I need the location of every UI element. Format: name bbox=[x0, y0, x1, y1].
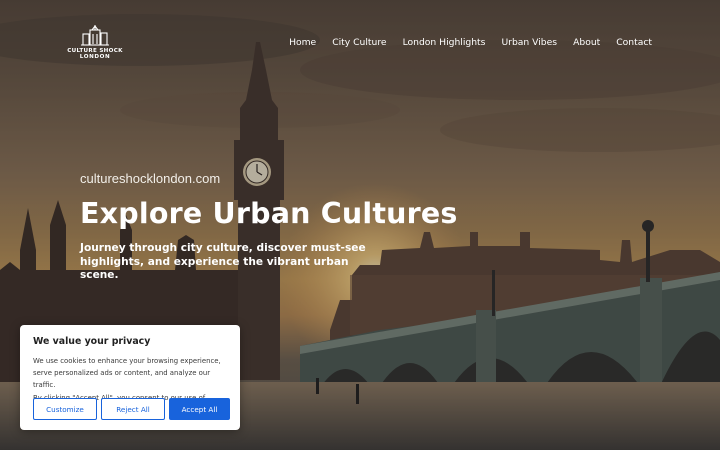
nav-london-highlights[interactable]: London Highlights bbox=[403, 37, 486, 48]
hero-title: Explore Urban Cultures bbox=[80, 197, 458, 230]
accept-all-button[interactable]: Accept All bbox=[169, 398, 230, 420]
cookie-text-line: We use cookies to enhance your browsing … bbox=[33, 357, 221, 365]
cookie-title: We value your privacy bbox=[33, 336, 151, 347]
cookie-text-line: serve personalized ads or content, and a… bbox=[33, 369, 211, 390]
nav-city-culture[interactable]: City Culture bbox=[332, 37, 386, 48]
cookie-consent-banner: We value your privacy We use cookies to … bbox=[20, 325, 240, 430]
site-logo[interactable]: CULTURE SHOCK LONDON bbox=[66, 24, 124, 60]
customize-button[interactable]: Customize bbox=[33, 398, 97, 420]
logo-text-line2: LONDON bbox=[79, 54, 111, 60]
hero-subtitle: Journey through city culture, discover m… bbox=[80, 242, 366, 281]
reject-all-button[interactable]: Reject All bbox=[101, 398, 165, 420]
cookie-button-group: Customize Reject All Accept All bbox=[33, 398, 230, 420]
nav-contact[interactable]: Contact bbox=[616, 37, 652, 48]
nav-urban-vibes[interactable]: Urban Vibes bbox=[501, 37, 557, 48]
main-nav: Home City Culture London Highlights Urba… bbox=[289, 37, 652, 48]
city-skyline-icon bbox=[81, 25, 109, 46]
nav-about[interactable]: About bbox=[573, 37, 600, 48]
nav-home[interactable]: Home bbox=[289, 37, 316, 48]
hero-site-url: cultureshocklondon.com bbox=[80, 171, 221, 186]
